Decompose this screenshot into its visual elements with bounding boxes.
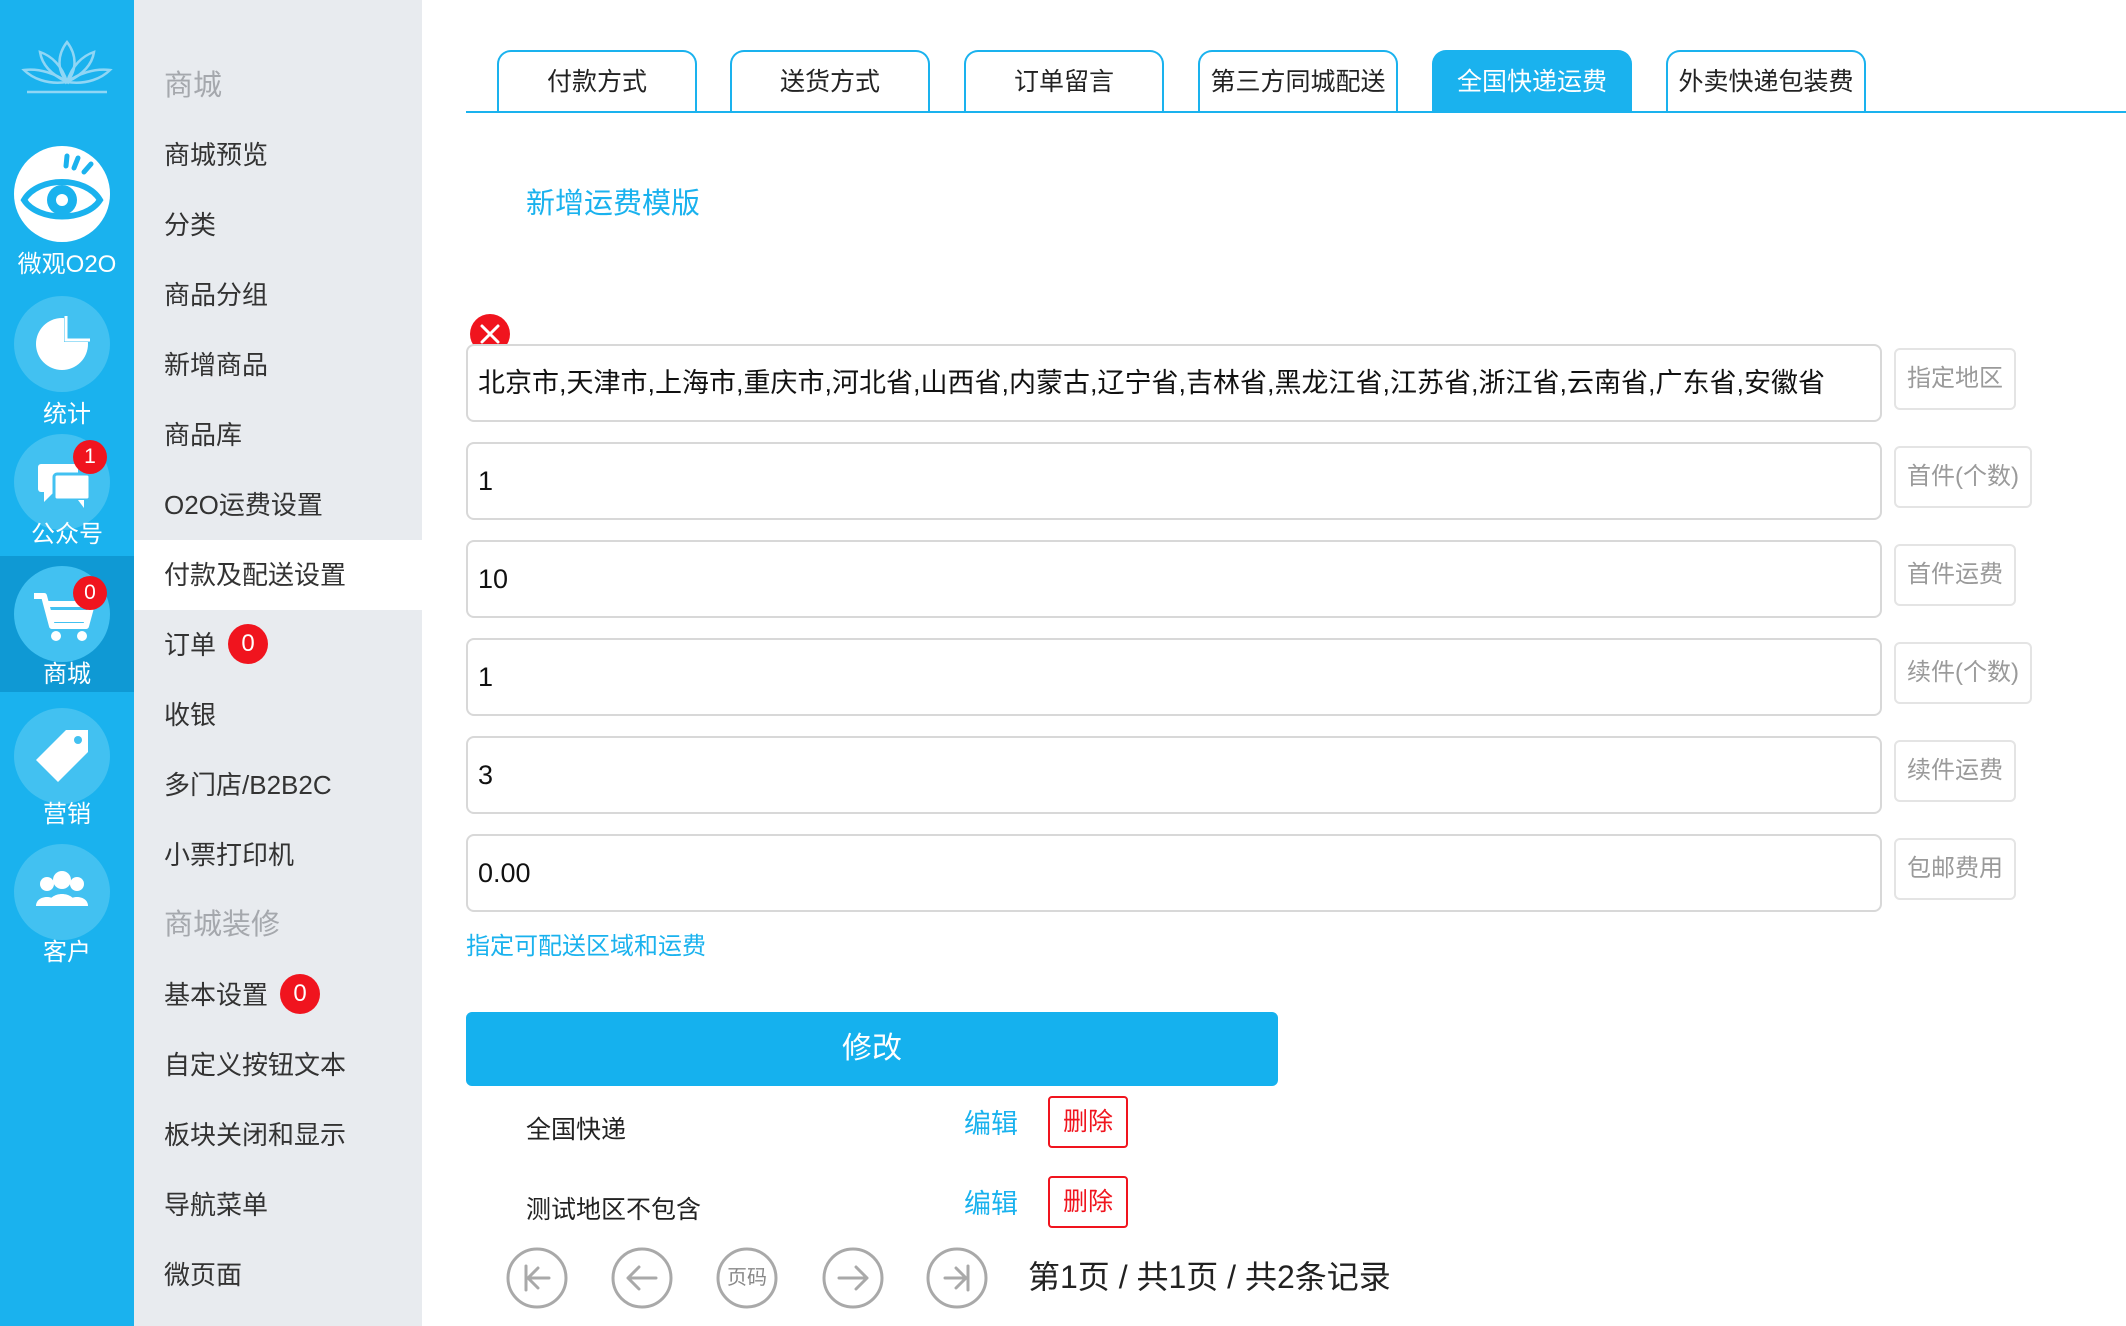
extra-count-field[interactable]: 1 [466, 638, 1882, 716]
rail-label: 微观O2O [17, 251, 117, 278]
sidebar-item-payment-delivery[interactable]: 付款及配送设置 [134, 540, 422, 610]
edit-template-link[interactable]: 编辑 [964, 1102, 1018, 1141]
main-nav-rail: 微观O2O 统计 1 公众号 0 商城 营销 客户 [0, 0, 134, 1326]
sidebar-header-decoration: 商城装修 [164, 909, 281, 941]
rail-item-mall[interactable]: 0 商城 [0, 556, 134, 692]
sidebar-item-o2o-shipping[interactable]: O2O运费设置 [134, 470, 422, 540]
tab-third-party-delivery[interactable]: 第三方同城配送 [1198, 50, 1398, 112]
sidebar-item-category[interactable]: 分类 [134, 190, 422, 260]
extra-fee-addon-label: 续件运费 [1894, 740, 2016, 802]
tab-order-message[interactable]: 订单留言 [964, 50, 1164, 112]
sidebar-item-mall-preview[interactable]: 商城预览 [134, 120, 422, 190]
sidebar-item-cashier[interactable]: 收银 [134, 680, 422, 750]
rail-label: 营销 [43, 801, 91, 828]
tab-payment-method[interactable]: 付款方式 [497, 50, 697, 112]
first-page-icon [506, 1247, 568, 1309]
rail-label: 客户 [43, 939, 91, 966]
template-name: 全国快递 [526, 1116, 627, 1144]
lotus-logo-icon [21, 39, 113, 94]
pie-chart-icon [14, 296, 110, 392]
rail-badge: 0 [73, 576, 107, 610]
settings-count-badge: 0 [280, 974, 321, 1015]
rail-item-weiguan-o2o[interactable]: 微观O2O [0, 140, 134, 278]
arrow-right-icon [822, 1247, 884, 1309]
sidebar-item-custom-button-text[interactable]: 自定义按钮文本 [134, 1030, 422, 1100]
region-addon-label: 指定地区 [1894, 348, 2016, 410]
rail-label: 统计 [43, 401, 91, 428]
sidebar-item-multi-store[interactable]: 多门店/B2B2C [134, 750, 422, 820]
rail-item-stats[interactable]: 统计 [0, 290, 134, 428]
tag-icon [14, 708, 110, 804]
delete-template-button[interactable]: 删除 [1048, 1176, 1128, 1228]
edit-template-link[interactable]: 编辑 [964, 1182, 1018, 1221]
tab-divider [466, 111, 2126, 113]
sidebar-item-block-visibility[interactable]: 板块关闭和显示 [134, 1100, 422, 1170]
prev-page-button[interactable] [610, 1246, 674, 1310]
rail-item-customers[interactable]: 客户 [0, 838, 134, 974]
next-page-button[interactable] [821, 1246, 885, 1310]
first-page-button[interactable] [505, 1246, 569, 1310]
tab-national-express-fee[interactable]: 全国快递运费 [1432, 50, 1632, 112]
order-count-badge: 0 [228, 624, 269, 665]
sidebar-item-receipt-printer[interactable]: 小票打印机 [134, 820, 422, 890]
sidebar-menu: 商城 商城预览 分类 商品分组 新增商品 商品库 O2O运费设置 付款及配送设置… [134, 0, 422, 1326]
pagination-info: 第1页 / 共1页 / 共2条记录 [1028, 1259, 1391, 1295]
last-page-icon [926, 1247, 988, 1309]
free-shipping-addon-label: 包邮费用 [1894, 838, 2016, 900]
first-count-addon-label: 首件(个数) [1894, 446, 2032, 508]
rail-item-marketing[interactable]: 营销 [0, 702, 134, 838]
rail-label: 公众号 [31, 521, 103, 548]
template-name: 测试地区不包含 [526, 1196, 702, 1224]
rail-item-official-account[interactable]: 1 公众号 [0, 428, 134, 564]
rail-badge: 1 [73, 440, 107, 474]
sidebar-item-label: 基本设置 [164, 980, 269, 1010]
assign-delivery-area-link[interactable]: 指定可配送区域和运费 [466, 926, 706, 961]
delete-template-button[interactable]: 删除 [1048, 1096, 1128, 1148]
users-icon [14, 844, 110, 940]
sidebar-item-product-group[interactable]: 商品分组 [134, 260, 422, 330]
sidebar-item-add-product[interactable]: 新增商品 [134, 330, 422, 400]
rail-label: 商城 [43, 661, 91, 688]
arrow-left-icon [611, 1247, 673, 1309]
page-number-label: 页码 [727, 1267, 767, 1289]
sidebar-item-nav-menu[interactable]: 导航菜单 [134, 1170, 422, 1240]
sidebar-item-orders[interactable]: 订单 0 [134, 610, 422, 680]
region-field[interactable]: 北京市,天津市,上海市,重庆市,河北省,山西省,内蒙古,辽宁省,吉林省,黑龙江省… [466, 344, 1882, 422]
sidebar-item-micro-page[interactable]: 微页面 [134, 1240, 422, 1310]
page-number-button[interactable]: 页码 [715, 1246, 779, 1310]
first-fee-field[interactable]: 10 [466, 540, 1882, 618]
last-page-button[interactable] [925, 1246, 989, 1310]
modify-button[interactable]: 修改 [466, 1012, 1278, 1086]
sidebar-item-basic-settings[interactable]: 基本设置 0 [134, 960, 422, 1030]
sidebar-header-mall: 商城 [164, 70, 223, 102]
first-fee-addon-label: 首件运费 [1894, 544, 2016, 606]
tab-packaging-fee[interactable]: 外卖快递包装费 [1666, 50, 1866, 112]
first-count-field[interactable]: 1 [466, 442, 1882, 520]
sidebar-item-product-library[interactable]: 商品库 [134, 400, 422, 470]
free-shipping-field[interactable]: 0.00 [466, 834, 1882, 912]
eye-icon [14, 146, 110, 242]
extra-count-addon-label: 续件(个数) [1894, 642, 2032, 704]
sidebar-item-label: 订单 [164, 630, 217, 660]
tab-delivery-method[interactable]: 送货方式 [730, 50, 930, 112]
add-shipping-template-link[interactable]: 新增运费模版 [526, 180, 700, 222]
extra-fee-field[interactable]: 3 [466, 736, 1882, 814]
